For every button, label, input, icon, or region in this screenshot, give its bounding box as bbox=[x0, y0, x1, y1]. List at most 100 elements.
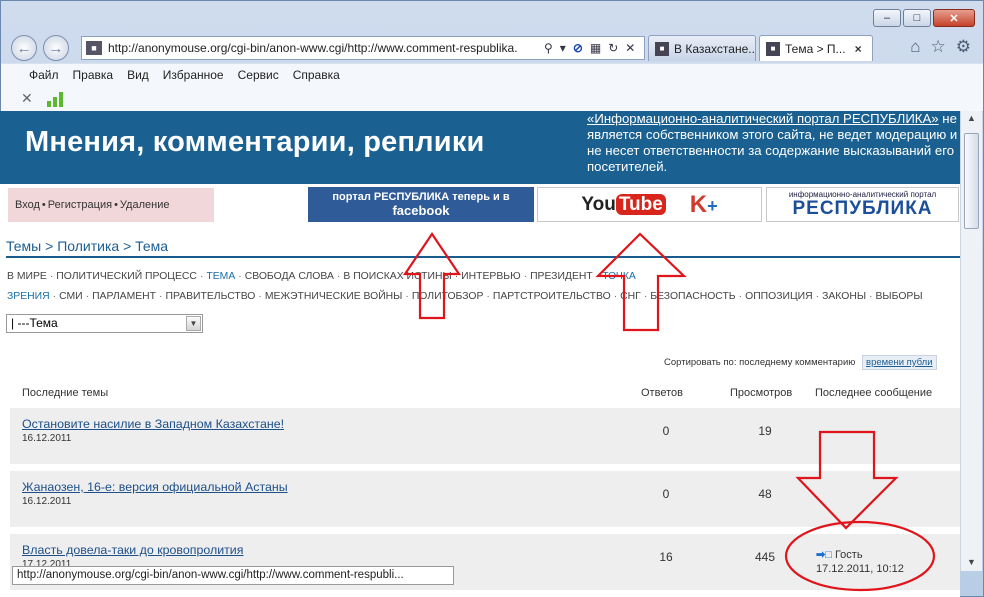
header-views: Просмотров bbox=[730, 387, 793, 399]
disclaimer: «Информационно-аналитический портал РЕСП… bbox=[587, 111, 959, 175]
views-count: 48 bbox=[758, 487, 772, 501]
signal-bars-icon bbox=[47, 91, 63, 107]
category-link[interactable]: ОППОЗИЦИЯ bbox=[745, 291, 813, 302]
gear-icon[interactable]: ⚙ bbox=[956, 37, 971, 57]
category-separator: · bbox=[454, 271, 459, 282]
divider bbox=[6, 256, 960, 258]
menu-view[interactable]: Вид bbox=[127, 68, 149, 82]
category-separator: · bbox=[486, 291, 490, 302]
menu-edit[interactable]: Правка bbox=[73, 68, 114, 82]
window-controls: – □ ✕ bbox=[873, 9, 975, 27]
favorites-star-icon[interactable]: ☆ bbox=[931, 37, 946, 57]
sort-by-time-button[interactable]: времени публи bbox=[862, 355, 937, 370]
category-separator: · bbox=[643, 291, 648, 302]
category-link[interactable]: ТЕМА bbox=[206, 271, 235, 282]
disclaimer-link[interactable]: «Информационно-аналитический портал РЕСП… bbox=[587, 111, 939, 126]
category-separator: · bbox=[258, 291, 262, 302]
menu-help[interactable]: Справка bbox=[293, 68, 340, 82]
compat-view-icon[interactable]: ▦ bbox=[590, 41, 601, 55]
register-link[interactable]: Регистрация bbox=[48, 199, 112, 211]
forward-arrow-icon: → bbox=[48, 39, 64, 57]
category-nav: В МИРЕ · ПОЛИТИЧЕСКИЙ ПРОЦЕСС · ТЕМА · СВОБОДА… bbox=[7, 267, 957, 307]
replies-count: 0 bbox=[662, 424, 670, 438]
category-link[interactable]: МЕЖЭТНИЧЕСКИЕ ВОЙНЫ bbox=[265, 291, 403, 302]
home-icon[interactable]: ⌂ bbox=[910, 37, 920, 57]
login-link[interactable]: Вход bbox=[15, 199, 40, 211]
category-link[interactable]: ПРАВИТЕЛЬСТВО bbox=[165, 291, 255, 302]
delete-link[interactable]: Удаление bbox=[120, 199, 170, 211]
views-count: 445 bbox=[754, 550, 776, 564]
menu-tools[interactable]: Сервис bbox=[238, 68, 279, 82]
close-tab-icon[interactable]: × bbox=[855, 42, 862, 56]
header-replies: Ответов bbox=[641, 387, 683, 399]
minimize-button[interactable]: – bbox=[873, 9, 901, 27]
tab-favicon-icon: ■ bbox=[766, 41, 780, 56]
close-window-button[interactable]: ✕ bbox=[933, 9, 975, 27]
chevron-down-icon[interactable]: ▼ bbox=[186, 316, 201, 331]
facebook-banner-line2: facebook bbox=[392, 203, 450, 218]
topic-date: 16.12.2011 bbox=[22, 496, 72, 507]
menu-file[interactable]: Файл bbox=[29, 68, 59, 82]
topic-link[interactable]: Остановите насилие в Западном Казахстане… bbox=[22, 417, 284, 431]
tab-2[interactable]: ■ Тема > П... × bbox=[759, 35, 873, 61]
category-link[interactable]: ПРЕЗИДЕНТ bbox=[530, 271, 593, 282]
category-link[interactable]: ЗАКОНЫ bbox=[822, 291, 866, 302]
sort-options: Сортировать по: последнему комментарию в… bbox=[664, 355, 937, 370]
category-link[interactable]: В МИРЕ bbox=[7, 271, 47, 282]
category-link[interactable]: ПОЛИТОБЗОР bbox=[412, 291, 484, 302]
topic-link[interactable]: Жанаозен, 16-е: версия официальной Астан… bbox=[22, 480, 288, 494]
site-title: Мнения, комментарии, реплики bbox=[25, 126, 485, 158]
category-link[interactable]: СНГ bbox=[620, 291, 641, 302]
category-link[interactable]: ВЫБОРЫ bbox=[876, 291, 923, 302]
category-link[interactable]: ПАРЛАМЕНТ bbox=[92, 291, 156, 302]
table-header: Последние темы Ответов Просмотров Послед… bbox=[0, 387, 960, 405]
login-box: Вход • Регистрация • Удаление bbox=[8, 188, 214, 222]
category-link[interactable]: СВОБОДА СЛОВА bbox=[245, 271, 334, 282]
topic-link[interactable]: Власть довела-таки до кровопролития bbox=[22, 543, 243, 557]
category-separator: · bbox=[85, 291, 90, 302]
replies-count: 16 bbox=[659, 550, 673, 564]
category-separator: · bbox=[238, 271, 242, 282]
back-button[interactable]: ← bbox=[11, 35, 37, 61]
close-toolbar-icon[interactable]: ✕ bbox=[21, 90, 33, 107]
respublika-banner[interactable]: информационно-аналитический портал РЕСПУ… bbox=[766, 187, 959, 222]
last-author[interactable]: Гость bbox=[835, 549, 863, 561]
category-link[interactable]: ПОЛИТИЧЕСКИЙ ПРОЦЕСС bbox=[56, 271, 197, 282]
category-link[interactable]: ПАРТСТРОИТЕЛЬСТВО bbox=[493, 291, 611, 302]
search-icon[interactable]: ⚲ bbox=[544, 41, 553, 55]
menu-favorites[interactable]: Избранное bbox=[163, 68, 224, 82]
replies-count: 0 bbox=[662, 487, 670, 501]
separator-dot: • bbox=[41, 199, 46, 211]
facebook-banner-line1: портал РЕСПУБЛИКА теперь и в bbox=[332, 191, 510, 203]
respublika-banner-title: РЕСПУБЛИКА bbox=[792, 198, 933, 219]
vertical-scrollbar[interactable]: ▲ ▼ bbox=[960, 111, 982, 571]
favicon-icon: ■ bbox=[86, 41, 102, 55]
address-url[interactable]: http://anonymouse.org/cgi-bin/anon-www.c… bbox=[108, 41, 538, 55]
tab-1[interactable]: ■ В Казахстане... bbox=[648, 35, 756, 61]
forward-button[interactable]: → bbox=[43, 35, 69, 61]
stop-icon[interactable]: ✕ bbox=[625, 41, 635, 55]
site-banner: Мнения, комментарии, реплики «Информацио… bbox=[0, 111, 960, 184]
category-link[interactable]: В ПОИСКАХ ИСТИНЫ bbox=[343, 271, 451, 282]
scroll-thumb[interactable] bbox=[964, 133, 979, 229]
dropdown-arrow-icon[interactable]: ▾ bbox=[560, 41, 566, 55]
youtube-banner[interactable]: You Tube K+ bbox=[537, 187, 762, 222]
scroll-down-icon[interactable]: ▼ bbox=[967, 557, 976, 567]
category-link[interactable]: БЕЗОПАСНОСТЬ bbox=[650, 291, 735, 302]
category-link[interactable]: ИНТЕРВЬЮ bbox=[461, 271, 520, 282]
address-bar[interactable]: ■ http://anonymouse.org/cgi-bin/anon-www… bbox=[81, 36, 645, 60]
status-url-tooltip: http://anonymouse.org/cgi-bin/anon-www.c… bbox=[12, 566, 454, 585]
topic-select[interactable]: | ---Тема ▼ bbox=[6, 314, 203, 333]
category-link[interactable]: СМИ bbox=[59, 291, 83, 302]
facebook-banner[interactable]: портал РЕСПУБЛИКА теперь и в facebook bbox=[308, 187, 534, 222]
block-icon[interactable]: ⊘ bbox=[573, 41, 583, 55]
refresh-icon[interactable]: ↻ bbox=[608, 41, 618, 55]
last-message: ➡□ Гость 17.12.2011, 10:12 bbox=[816, 548, 904, 576]
menu-bar: Файл Правка Вид Избранное Сервис Справка bbox=[1, 63, 983, 85]
breadcrumb[interactable]: Темы > Политика > Тема bbox=[6, 238, 168, 254]
maximize-button[interactable]: □ bbox=[903, 9, 931, 27]
header-last: Последнее сообщение bbox=[815, 387, 933, 399]
goto-last-post-icon[interactable]: ➡□ bbox=[816, 549, 832, 561]
category-separator: · bbox=[405, 291, 409, 302]
scroll-up-icon[interactable]: ▲ bbox=[967, 113, 976, 123]
